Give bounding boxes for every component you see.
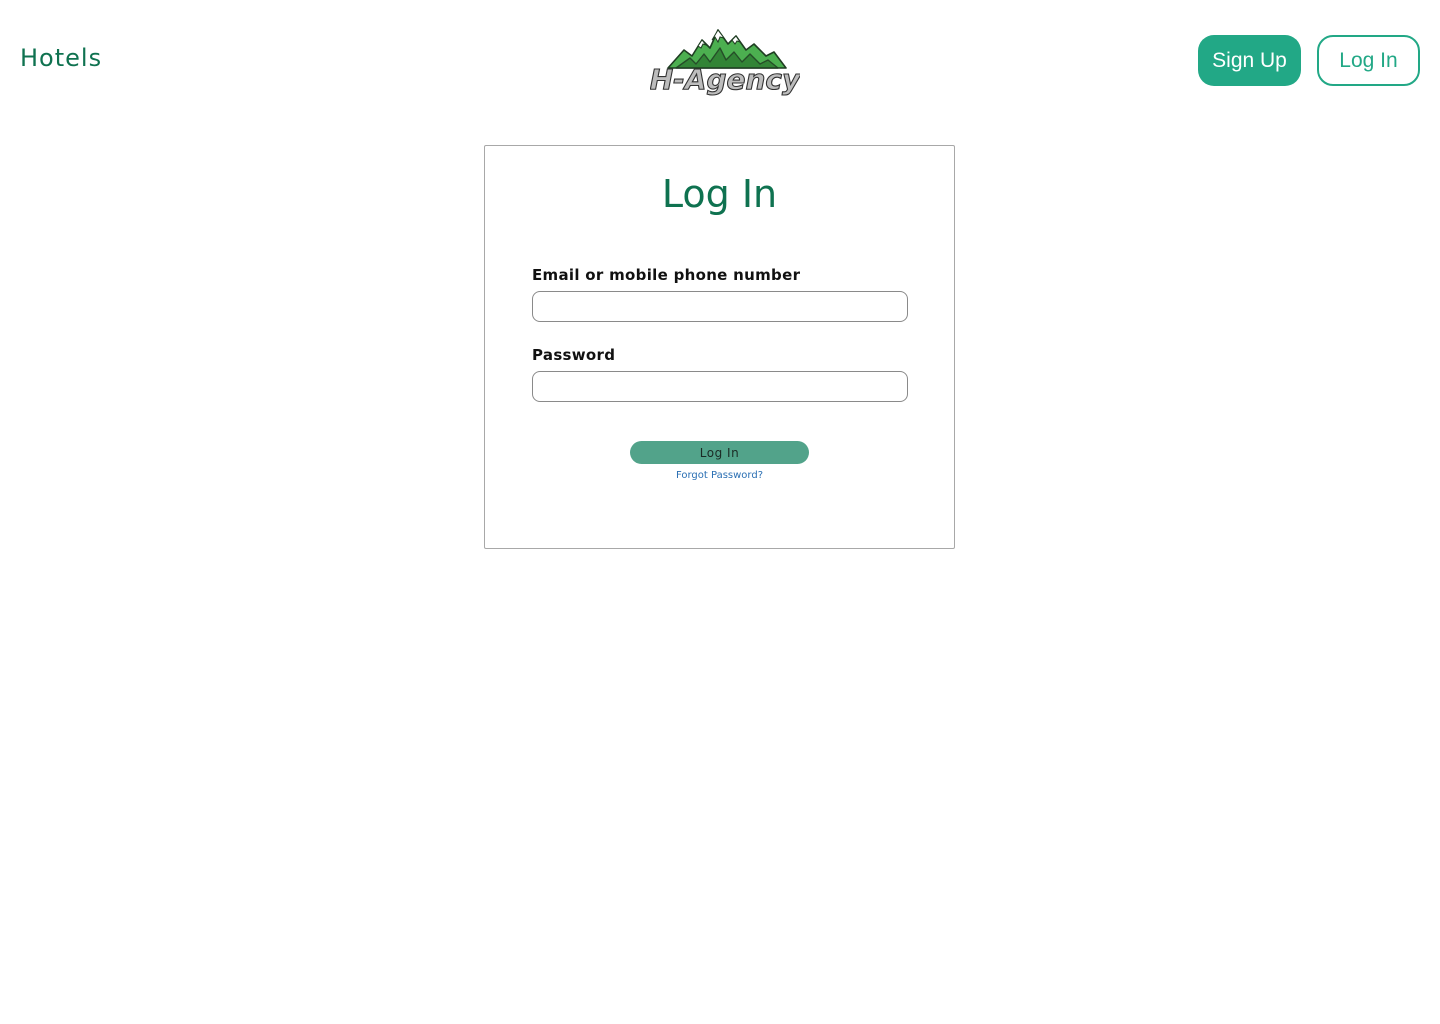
top-header: Hotels H-Agency Sign Up Log In [0, 0, 1440, 120]
login-card: Log In Email or mobile phone number Pass… [484, 145, 955, 549]
password-input[interactable] [532, 371, 908, 402]
nav-hotels-link[interactable]: Hotels [20, 44, 102, 72]
login-page: Hotels H-Agency Sign Up Log In Log In Em… [0, 0, 1440, 1024]
header-login-button[interactable]: Log In [1317, 35, 1420, 86]
forgot-password-link[interactable]: Forgot Password? [485, 470, 954, 481]
signup-button[interactable]: Sign Up [1198, 35, 1301, 86]
login-title: Log In [661, 172, 778, 216]
email-label: Email or mobile phone number [532, 266, 801, 284]
brand-logo[interactable]: H-Agency [650, 24, 800, 100]
login-submit-button[interactable]: Log In [630, 441, 809, 464]
logo-wordmark: H-Agency [650, 63, 800, 96]
email-phone-input[interactable] [532, 291, 908, 322]
mountain-logo-icon: H-Agency [650, 29, 800, 97]
password-label: Password [532, 346, 616, 364]
